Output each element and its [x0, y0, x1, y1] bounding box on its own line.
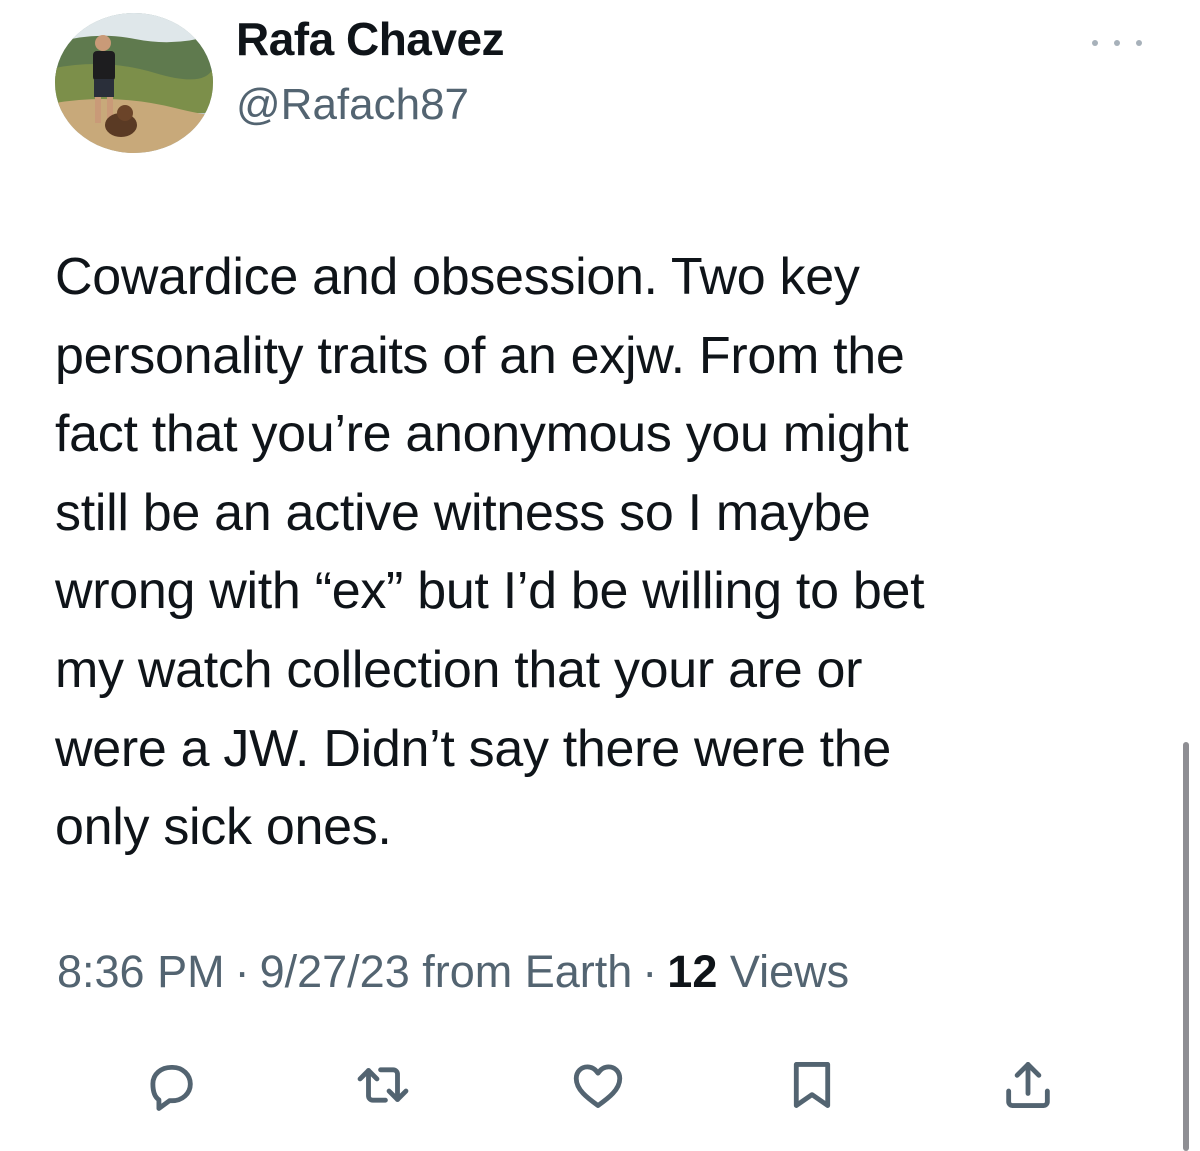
like-button[interactable] — [563, 1050, 633, 1120]
tweet-text-line: fact that you’re anonymous you might — [55, 405, 909, 464]
tweet-text-line: wrong with “ex” but I’d be willing to be… — [55, 562, 925, 621]
more-dot — [1092, 40, 1098, 46]
author-handle[interactable]: @Rafach87 — [236, 80, 469, 130]
retweet-button[interactable] — [348, 1050, 418, 1120]
tweet-text-line: still be an active witness so I maybe — [55, 483, 871, 542]
bookmark-button[interactable] — [777, 1050, 847, 1120]
tweet-text-line: were a JW. Didn’t say there were the — [55, 719, 892, 778]
like-icon — [573, 1064, 623, 1108]
tweet-text-line: personality traits of an exjw. From the — [55, 326, 905, 385]
tweet-text-line: only sick ones. — [55, 798, 392, 857]
views-count[interactable]: 12 — [667, 946, 717, 997]
share-icon — [1006, 1062, 1050, 1108]
tweet-text-line: my watch collection that your are or — [55, 640, 863, 699]
profile-photo-avatar — [55, 13, 213, 153]
author-display-name[interactable]: Rafa Chavez — [236, 12, 505, 66]
share-button[interactable] — [993, 1050, 1063, 1120]
scrollbar[interactable] — [1183, 742, 1189, 1151]
action-bar — [0, 1050, 1200, 1120]
tweet-date-source[interactable]: 9/27/23 from Earth — [260, 946, 633, 997]
reply-icon — [150, 1064, 193, 1111]
more-dot — [1114, 40, 1120, 46]
bookmark-icon — [793, 1062, 831, 1108]
meta-separator: · — [234, 946, 250, 997]
more-options-icon[interactable] — [1092, 30, 1142, 56]
reply-button[interactable] — [136, 1050, 206, 1120]
tweet-meta: 8:36 PM · 9/27/23 from Earth · 12 Views — [57, 946, 849, 998]
avatar[interactable] — [55, 13, 213, 153]
tweet-text: Cowardice and obsession. Two key persona… — [55, 238, 1135, 867]
retweet-icon — [357, 1067, 409, 1103]
more-dot — [1136, 40, 1142, 46]
tweet-time[interactable]: 8:36 PM — [57, 946, 225, 997]
views-label[interactable]: Views — [730, 946, 849, 997]
meta-separator: · — [642, 946, 658, 997]
tweet-text-line: Cowardice and obsession. Two key — [55, 248, 860, 306]
